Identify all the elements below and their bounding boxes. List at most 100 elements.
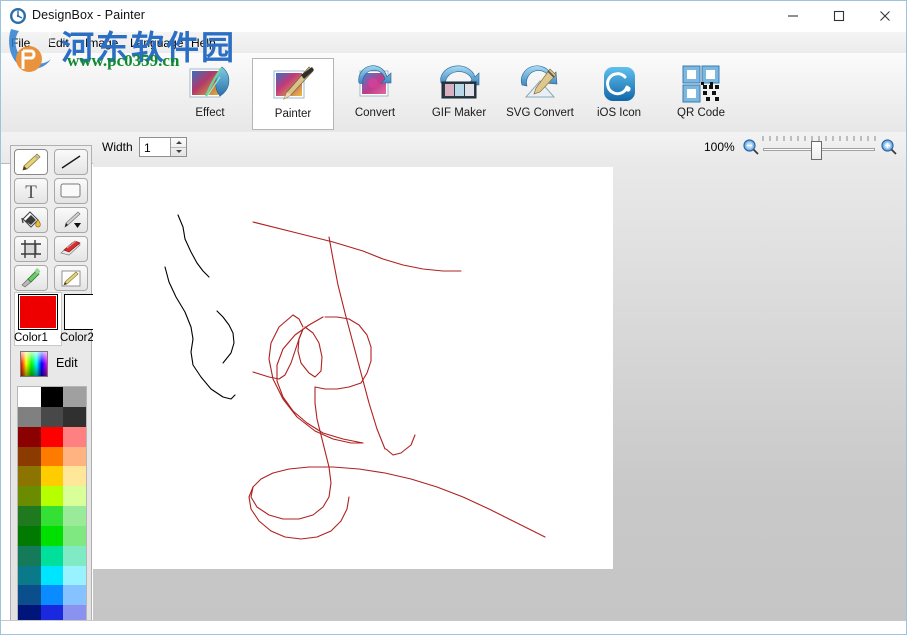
gif-maker-icon [435, 63, 483, 105]
toolbar-button-svg-convert[interactable]: SVG Convert [500, 58, 580, 128]
palette-swatch[interactable] [63, 387, 86, 407]
palette-swatch[interactable] [18, 565, 41, 586]
palette-swatch[interactable] [40, 406, 64, 427]
palette-swatch[interactable] [18, 387, 41, 407]
palette-swatch[interactable] [40, 565, 64, 586]
eraser-tool[interactable] [54, 236, 88, 262]
text-t-icon: T [25, 182, 37, 201]
menu-item-edit[interactable]: Edit [44, 35, 73, 51]
line-tool[interactable] [54, 149, 88, 175]
palette-swatch[interactable] [40, 506, 64, 526]
palette-swatch[interactable] [40, 387, 64, 407]
application-window: DesignBox - Painter File Edit Image Lang… [0, 0, 907, 635]
fill-tool[interactable] [14, 207, 48, 233]
sign-tool[interactable] [54, 265, 88, 291]
width-spin-buttons[interactable] [170, 138, 186, 156]
palette-swatch[interactable] [18, 486, 41, 506]
ios-icon [595, 63, 643, 105]
zoom-slider-thumb[interactable] [811, 141, 823, 160]
magnifier-plus-icon[interactable] [880, 138, 898, 156]
pencil-tool[interactable] [14, 149, 48, 175]
tool-panel: T Color1 Color2 Edit [10, 145, 99, 627]
palette-swatch[interactable] [40, 545, 64, 566]
color1-value [20, 296, 56, 328]
rectangle-tool[interactable] [54, 178, 88, 204]
toolbar-label-svg-convert: SVG Convert [506, 107, 574, 119]
palette-swatch[interactable] [63, 466, 86, 487]
palette-swatch[interactable] [40, 426, 64, 447]
width-stepper[interactable]: 1 [139, 137, 187, 157]
maximize-button[interactable] [816, 1, 862, 31]
menu-item-file[interactable]: File [7, 35, 34, 51]
toolbar-button-ios-icon[interactable]: iOS Icon [579, 58, 659, 128]
tool-grid: T [14, 149, 90, 291]
palette-swatch[interactable] [63, 406, 86, 427]
palette-swatch[interactable] [63, 486, 86, 506]
canvas-stroke [250, 466, 546, 538]
toolbar-button-qr-code[interactable]: QR Code [661, 58, 741, 128]
drawing-canvas[interactable] [93, 167, 613, 569]
toolbar-label-painter: Painter [274, 108, 312, 120]
close-button[interactable] [862, 1, 906, 31]
canvas-stroke [252, 328, 304, 380]
canvas-stroke [164, 266, 236, 400]
palette-swatch[interactable] [18, 585, 41, 606]
palette-swatch[interactable] [18, 506, 41, 526]
paint-bucket-icon [21, 211, 41, 228]
palette-swatch[interactable] [40, 446, 64, 467]
palette-swatch[interactable] [63, 565, 86, 586]
palette-swatch[interactable] [63, 585, 86, 606]
palette-circle-icon [9, 7, 27, 25]
canvas-stroke [314, 382, 362, 390]
color-edit-label[interactable]: Edit [56, 356, 78, 370]
palette-swatch[interactable] [18, 446, 41, 467]
brush-icon [64, 211, 81, 228]
width-label: Width [102, 140, 133, 154]
magnifier-minus-icon[interactable] [742, 138, 760, 156]
zoom-slider[interactable] [761, 136, 877, 160]
toolbar-label-ios-icon: iOS Icon [596, 107, 642, 119]
color1-swatch-button[interactable] [18, 294, 58, 330]
pencil-icon [22, 153, 41, 171]
menu-item-language[interactable]: Language [126, 35, 187, 51]
crop-tool[interactable] [14, 236, 48, 262]
palette-swatch[interactable] [18, 466, 41, 487]
toolbar-button-painter[interactable]: Painter [252, 58, 334, 130]
toolbar-label-qr-code: QR Code [677, 107, 725, 119]
palette-swatch[interactable] [63, 446, 86, 467]
line-icon [61, 155, 81, 169]
minimize-button[interactable] [770, 1, 816, 31]
palette-swatch[interactable] [63, 426, 86, 447]
toolbar-button-gif-maker[interactable]: GIF Maker [419, 58, 499, 128]
brush-tool[interactable] [54, 207, 88, 233]
eyedropper-tool[interactable] [14, 265, 48, 291]
rectangle-icon [60, 183, 81, 198]
palette-swatch[interactable] [18, 545, 41, 566]
palette-swatch[interactable] [18, 426, 41, 447]
status-bar [1, 620, 906, 634]
palette-swatch[interactable] [63, 545, 86, 566]
palette-swatch[interactable] [18, 525, 41, 546]
palette-swatch[interactable] [40, 525, 64, 546]
palette-swatch[interactable] [63, 506, 86, 526]
rainbow-gradient-icon[interactable] [20, 351, 48, 377]
width-spin-down-icon[interactable] [171, 147, 186, 156]
painter-brush-icon [269, 64, 317, 106]
text-tool[interactable]: T [14, 178, 48, 204]
toolbar-button-effect[interactable]: Effect [170, 58, 250, 128]
toolbar-button-convert[interactable]: Convert [335, 58, 415, 128]
width-input-value[interactable]: 1 [144, 141, 151, 155]
menu-item-help[interactable]: Help [187, 35, 220, 51]
palette-swatch[interactable] [18, 406, 41, 427]
eraser-icon [60, 240, 81, 256]
color-edit-row[interactable]: Edit [14, 350, 90, 380]
canvas-scroll-area[interactable] [93, 163, 906, 620]
canvas-stroke [292, 314, 304, 328]
menu-item-image[interactable]: Image [81, 35, 122, 51]
palette-swatch[interactable] [40, 486, 64, 506]
color-palette[interactable] [17, 386, 87, 626]
palette-swatch[interactable] [40, 466, 64, 487]
palette-swatch[interactable] [63, 525, 86, 546]
palette-swatch[interactable] [40, 585, 64, 606]
canvas-stroke [276, 316, 364, 444]
